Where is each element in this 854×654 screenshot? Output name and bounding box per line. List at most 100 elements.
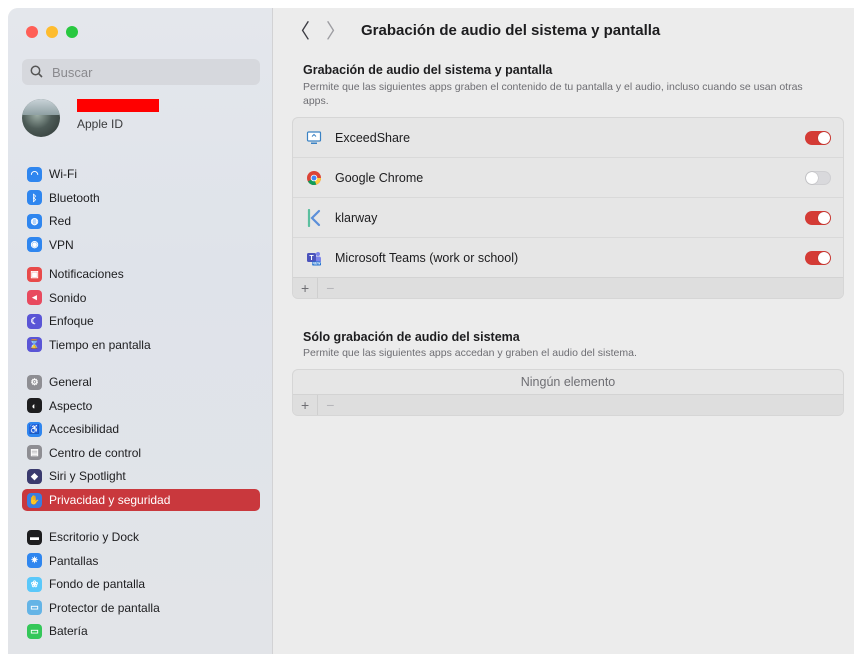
- gear-icon: ⚙: [27, 374, 42, 390]
- sidebar-item-tiempo-en-pantalla[interactable]: ⌛ Tiempo en pantalla: [22, 334, 260, 356]
- app-row: klarway: [293, 198, 843, 238]
- close-window-button[interactable]: [26, 26, 38, 38]
- minimize-window-button[interactable]: [46, 26, 58, 38]
- screensaver-icon: ▭: [27, 600, 42, 616]
- hourglass-icon: ⌛: [27, 337, 42, 353]
- sidebar-item-batería[interactable]: ▭ Batería: [22, 620, 260, 642]
- avatar: [22, 99, 60, 137]
- sidebar-item-label: Accesibilidad: [49, 422, 120, 437]
- search-icon: [30, 65, 44, 79]
- siri-icon: ◆: [27, 468, 42, 484]
- sidebar-item-privacidad-y-seguridad[interactable]: ✋ Privacidad y seguridad: [22, 489, 260, 511]
- forward-button[interactable]: 〉: [326, 22, 346, 42]
- notifications-icon: ▣: [27, 266, 42, 282]
- sidebar-item-vpn[interactable]: ◉ VPN: [22, 234, 260, 256]
- remove-app-button[interactable]: −: [317, 278, 342, 298]
- sidebar-item-accesibilidad[interactable]: ♿ Accesibilidad: [22, 418, 260, 440]
- hand-icon: ✋: [27, 492, 42, 508]
- chrome-icon: [305, 169, 323, 187]
- sidebar-item-enfoque[interactable]: ☾ Enfoque: [22, 310, 260, 332]
- sidebar-item-label: Siri y Spotlight: [49, 469, 126, 484]
- app-name: klarway: [335, 210, 378, 225]
- sidebar-item-label: Pantallas: [49, 553, 99, 568]
- focus-moon-icon: ☾: [27, 313, 42, 329]
- list-edit-bar: + −: [293, 394, 843, 415]
- sidebar-item-bluetooth[interactable]: ᛒ Bluetooth: [22, 187, 260, 209]
- wifi-icon: ◠: [27, 166, 42, 182]
- section-screen-audio-title: Grabación de audio del sistema y pantall…: [303, 63, 553, 77]
- section-audio-only-title: Sólo grabación de audio del sistema: [303, 330, 520, 344]
- sidebar-item-label: Wi-Fi: [49, 167, 77, 181]
- toggle-knob: [806, 172, 818, 184]
- sidebar: Apple ID ◠ Wi-Fi ᛒ Bluetooth ◍ Red ◉ VPN ▣ Notifi…: [8, 8, 273, 654]
- wallpaper-icon: ❀: [27, 576, 42, 592]
- displays-icon: ✷: [27, 553, 42, 569]
- vpn-icon: ◉: [27, 237, 42, 253]
- sidebar-item-label: Sonido: [49, 290, 87, 305]
- search-input[interactable]: [50, 63, 254, 81]
- klarway-icon: [305, 208, 323, 227]
- settings-window: Apple ID ◠ Wi-Fi ᛒ Bluetooth ◍ Red ◉ VPN ▣ Notifi…: [8, 8, 854, 654]
- add-app-button[interactable]: +: [293, 278, 317, 298]
- sidebar-item-label: Batería: [49, 624, 88, 639]
- permission-toggle[interactable]: [805, 171, 831, 185]
- apple-id-account[interactable]: Apple ID: [22, 96, 262, 141]
- add-app-button[interactable]: +: [293, 395, 317, 415]
- sidebar-item-label: Notificaciones: [49, 267, 124, 281]
- list-edit-bar: + −: [293, 277, 843, 298]
- sidebar-item-sonido[interactable]: ◂ Sonido: [22, 287, 260, 309]
- sidebar-item-label: VPN: [49, 237, 74, 252]
- dock-icon: ▬: [27, 529, 42, 545]
- empty-list-text: Ningún elemento: [520, 375, 616, 389]
- main-pane: 〈 〉 Grabación de audio del sistema y pan…: [273, 8, 854, 654]
- sidebar-item-label: Tiempo en pantalla: [49, 337, 151, 352]
- sidebar-item-red[interactable]: ◍ Red: [22, 210, 260, 232]
- sidebar-item-label: Fondo de pantalla: [49, 577, 146, 592]
- permission-toggle[interactable]: [805, 131, 831, 145]
- sidebar-item-label: Privacidad y seguridad: [49, 493, 171, 507]
- sidebar-item-label: Enfoque: [49, 314, 94, 329]
- apple-id-label: Apple ID: [77, 117, 124, 131]
- globe-icon: ◍: [27, 213, 42, 229]
- app-row: Google Chrome: [293, 158, 843, 198]
- sidebar-item-fondo-de-pantalla[interactable]: ❀ Fondo de pantalla: [22, 573, 260, 595]
- back-button[interactable]: 〈: [290, 22, 310, 42]
- toolbar: 〈 〉 Grabación de audio del sistema y pan…: [273, 8, 854, 56]
- sidebar-item-siri-y-spotlight[interactable]: ◆ Siri y Spotlight: [22, 465, 260, 487]
- teams-icon: T NEW: [305, 249, 323, 267]
- window-controls: [26, 26, 78, 38]
- screen-audio-app-list: ExceedShare Google Chrome klarway T NEW Micro…: [292, 117, 844, 299]
- sidebar-item-escritorio-y-dock[interactable]: ▬ Escritorio y Dock: [22, 526, 260, 548]
- search-field[interactable]: [22, 59, 260, 85]
- sidebar-item-aspecto[interactable]: ◐ Aspecto: [22, 395, 260, 417]
- exceedshare-icon: [305, 129, 323, 147]
- app-name: Microsoft Teams (work or school): [335, 250, 519, 265]
- svg-text:NEW: NEW: [313, 261, 322, 265]
- permission-toggle[interactable]: [805, 211, 831, 225]
- remove-app-button[interactable]: −: [317, 395, 342, 415]
- sidebar-item-label: Centro de control: [49, 445, 142, 460]
- toggle-knob: [818, 252, 830, 264]
- sidebar-item-label: General: [49, 375, 92, 389]
- sound-icon: ◂: [27, 290, 42, 306]
- app-row: ExceedShare: [293, 118, 843, 158]
- sidebar-item-label: Protector de pantalla: [49, 600, 160, 615]
- battery-icon: ▭: [27, 623, 42, 639]
- control-center-icon: ▤: [27, 445, 42, 461]
- permission-toggle[interactable]: [805, 251, 831, 265]
- sidebar-item-notificaciones[interactable]: ▣ Notificaciones: [22, 263, 260, 285]
- appearance-icon: ◐: [27, 398, 42, 414]
- app-name: ExceedShare: [335, 130, 411, 145]
- sidebar-item-label: Aspecto: [49, 398, 93, 413]
- section-audio-only-description: Permite que las siguientes apps accedan …: [303, 347, 637, 359]
- maximize-window-button[interactable]: [66, 26, 78, 38]
- sidebar-item-centro-de-control[interactable]: ▤ Centro de control: [22, 442, 260, 464]
- audio-only-app-list: Ningún elemento + −: [292, 369, 844, 416]
- sidebar-item-pantallas[interactable]: ✷ Pantallas: [22, 550, 260, 572]
- toggle-knob: [818, 132, 830, 144]
- sidebar-item-general[interactable]: ⚙ General: [22, 371, 260, 393]
- sidebar-item-wi-fi[interactable]: ◠ Wi-Fi: [22, 163, 260, 185]
- sidebar-item-label: Bluetooth: [49, 190, 100, 205]
- accessibility-icon: ♿: [27, 421, 42, 437]
- sidebar-item-protector-de-pantalla[interactable]: ▭ Protector de pantalla: [22, 597, 260, 619]
